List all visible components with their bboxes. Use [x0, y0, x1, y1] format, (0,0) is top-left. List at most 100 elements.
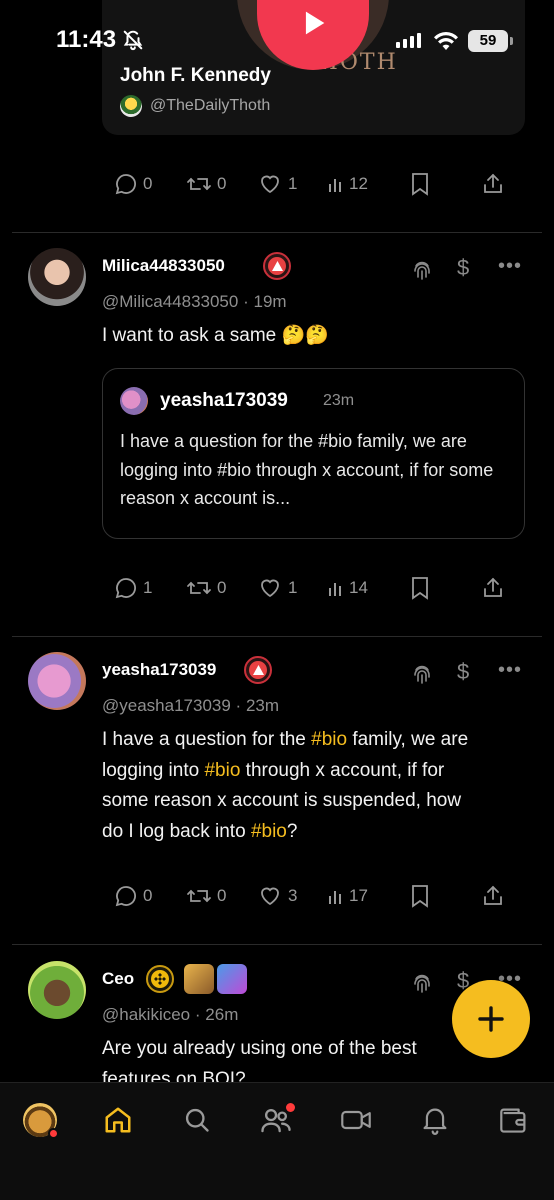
share-icon — [484, 577, 502, 597]
bottom-navigation — [0, 1082, 554, 1200]
like-button[interactable]: 3 — [257, 881, 297, 911]
reply-count: 1 — [143, 578, 153, 597]
avatar[interactable] — [28, 248, 86, 306]
comment-icon — [115, 886, 136, 907]
reply-button[interactable]: 0 — [114, 169, 152, 199]
post-divider — [12, 944, 542, 945]
text-segment: do I log back into — [102, 820, 251, 842]
share-icon — [484, 885, 502, 905]
more-options-icon[interactable]: ••• — [498, 659, 522, 682]
video-icon — [341, 1110, 371, 1130]
notification-dot — [48, 1128, 59, 1139]
text-segment: family, we are — [347, 729, 469, 750]
hashtag-link[interactable]: #bio — [204, 760, 240, 781]
tip-dollar-icon[interactable]: $ — [457, 255, 469, 281]
post-handle-line: @hakikiceo · 26m — [102, 1005, 238, 1025]
nav-home[interactable] — [98, 1100, 138, 1140]
nft-badge-icon — [217, 964, 247, 994]
views-button[interactable]: 12 — [328, 169, 368, 199]
repost-count: 0 — [217, 886, 227, 905]
post-divider — [12, 636, 542, 637]
post-time: 19m — [253, 292, 287, 311]
nav-profile[interactable] — [20, 1100, 60, 1140]
text-line: some reason x account is suspended, how — [102, 786, 532, 817]
hashtag-link[interactable]: #bio — [311, 729, 347, 750]
text-line: logging into #bio through x account, if … — [102, 756, 532, 787]
views-button[interactable]: 17 — [328, 881, 368, 911]
repost-button[interactable]: 0 — [186, 881, 226, 911]
tip-dollar-icon[interactable]: $ — [457, 659, 469, 685]
text-segment: through x account, if for — [240, 759, 445, 781]
bell-icon — [423, 1108, 447, 1135]
post-username[interactable]: Milica44833050 — [102, 256, 225, 276]
bookmark-icon — [412, 173, 428, 196]
views-count: 12 — [349, 174, 368, 193]
nav-search[interactable] — [177, 1100, 217, 1140]
avatar[interactable] — [28, 961, 86, 1019]
repost-icon — [187, 177, 211, 191]
repost-icon — [187, 889, 211, 903]
quote-avatar — [120, 387, 148, 415]
more-options-icon[interactable]: ••• — [498, 255, 522, 278]
post-username[interactable]: Ceo — [102, 969, 134, 989]
share-button[interactable] — [481, 169, 505, 199]
repost-button[interactable]: 0 — [186, 169, 226, 199]
verified-badge — [263, 252, 291, 280]
quoted-post[interactable]: yeasha173039 23m I have a question for t… — [102, 368, 525, 539]
notification-dot — [286, 1103, 295, 1112]
silent-mode-icon — [123, 30, 143, 51]
separator: · — [235, 696, 242, 715]
text-segment: some reason x account is suspended, how — [102, 790, 462, 811]
wifi-icon — [434, 32, 458, 50]
share-button[interactable] — [481, 881, 505, 911]
text-segment: ? — [286, 820, 298, 842]
text-line: features on BOI? — [102, 1068, 246, 1083]
heart-icon — [261, 175, 279, 194]
text-segment: I have a question for the — [102, 729, 312, 750]
fingerprint-icon[interactable] — [410, 971, 434, 995]
avalanche-icon — [271, 261, 283, 271]
quote-text: I have a question for the #bio family, w… — [120, 431, 494, 508]
post-text: I want to ask a same 🤔🤔 — [102, 325, 329, 346]
bookmark-button[interactable] — [410, 573, 430, 603]
views-count: 17 — [349, 886, 368, 905]
embed-handle-row: @TheDailyThoth — [120, 95, 270, 117]
nav-video[interactable] — [336, 1100, 376, 1140]
like-button[interactable]: 1 — [257, 573, 297, 603]
nav-notifications[interactable] — [415, 1100, 455, 1140]
views-button[interactable]: 14 — [328, 573, 368, 603]
bookmark-button[interactable] — [410, 881, 430, 911]
post-actions: 1 0 1 14 — [114, 573, 514, 603]
repost-icon — [187, 581, 211, 595]
binance-icon — [154, 973, 166, 985]
compose-button[interactable] — [452, 980, 530, 1058]
hashtag-link[interactable]: #bio — [251, 821, 287, 842]
fingerprint-icon[interactable] — [410, 258, 434, 282]
heart-icon — [261, 579, 279, 598]
bookmark-button[interactable] — [410, 169, 430, 199]
heart-icon — [261, 887, 279, 906]
status-bar: 11:43 59 — [0, 0, 554, 80]
reply-count: 0 — [143, 886, 153, 905]
fingerprint-icon[interactable] — [410, 662, 434, 686]
reply-button[interactable]: 0 — [114, 881, 152, 911]
home-icon — [105, 1107, 131, 1133]
like-button[interactable]: 1 — [257, 169, 297, 199]
nav-people[interactable] — [256, 1100, 296, 1140]
nav-wallet[interactable] — [494, 1100, 534, 1140]
separator: · — [194, 1005, 201, 1024]
like-count: 1 — [288, 578, 298, 597]
avatar[interactable] — [28, 652, 86, 710]
repost-button[interactable]: 0 — [186, 573, 226, 603]
share-button[interactable] — [481, 573, 505, 603]
post-username[interactable]: yeasha173039 — [102, 660, 216, 680]
post-handle-line: @Milica44833050 · 19m — [102, 292, 287, 312]
binance-badge — [146, 965, 174, 993]
avalanche-icon — [252, 665, 264, 675]
quote-time: 23m — [323, 392, 355, 409]
post-handle: @Milica44833050 — [102, 292, 239, 311]
text-segment: logging into — [102, 759, 205, 781]
bookmark-icon — [412, 577, 428, 600]
plus-icon — [478, 1006, 504, 1032]
reply-button[interactable]: 1 — [114, 573, 152, 603]
